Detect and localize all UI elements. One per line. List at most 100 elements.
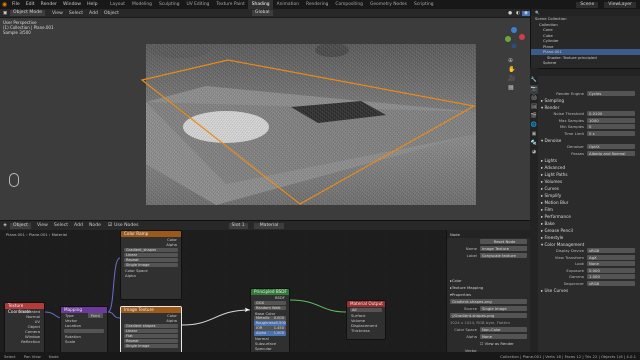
tab-sculpting[interactable]: Sculpting: [155, 0, 183, 9]
node-editor-canvas[interactable]: Plane.001 › Plane.001 › Material Texture…: [0, 230, 446, 360]
properties-section-header[interactable]: ▸ Light Paths: [531, 171, 640, 178]
properties-section-header[interactable]: ▸ Simplify: [531, 192, 640, 199]
extension-field[interactable]: Repeat: [124, 338, 178, 343]
property-field[interactable]: 0.0100: [587, 111, 635, 117]
properties-section-header[interactable]: ▸ Freestyle: [531, 234, 640, 241]
label-field[interactable]: Grayscale texture: [480, 253, 527, 258]
menu-render[interactable]: Render: [38, 2, 60, 7]
use-nodes-checkbox[interactable]: ☑: [108, 223, 112, 228]
ne-menu-add[interactable]: Add: [71, 223, 86, 228]
shading-material-icon[interactable]: ◐: [514, 11, 522, 16]
distribution-field[interactable]: GGX: [254, 300, 286, 305]
alpha-field[interactable]: None: [480, 334, 527, 339]
property-field[interactable]: 1.000: [587, 274, 635, 280]
target-field[interactable]: All: [350, 307, 382, 312]
properties-section-header[interactable]: ▾ Color Management: [531, 241, 640, 248]
ne-menu-node[interactable]: Node: [86, 223, 104, 228]
name-field[interactable]: Image Texture: [480, 246, 527, 251]
tab-modeling[interactable]: Modeling: [129, 0, 156, 9]
output-tab-icon[interactable]: 🖨: [530, 94, 538, 103]
property-field[interactable]: sRGB: [587, 280, 635, 286]
view-as-render-checkbox[interactable]: ☐: [480, 341, 483, 346]
properties-section-header[interactable]: ▸ Sampling: [531, 97, 640, 104]
vp-menu-view[interactable]: View: [49, 11, 66, 16]
tab-shading[interactable]: Shading: [248, 0, 274, 9]
tab-animation[interactable]: Animation: [273, 0, 302, 9]
properties-section-header[interactable]: ▸ Grease Pencil: [531, 227, 640, 234]
source-field[interactable]: Single Image: [124, 343, 178, 348]
property-field[interactable]: 0 s: [587, 130, 635, 136]
perspective-toggle-icon[interactable]: ▦: [508, 83, 515, 92]
section-color[interactable]: ▸ Color: [447, 277, 530, 284]
properties-section-header[interactable]: ▸ Film: [531, 206, 640, 213]
material-selector[interactable]: Material: [253, 222, 285, 229]
vp-menu-select[interactable]: Select: [66, 11, 86, 16]
mode-selector[interactable]: Object Mode: [10, 10, 45, 16]
extension-field[interactable]: Repeat: [124, 257, 178, 262]
node-material-output[interactable]: Material Output All Surface Volume Displ…: [346, 300, 386, 340]
location-field[interactable]: [64, 328, 104, 333]
scene-tab-icon[interactable]: 🎬: [530, 112, 538, 121]
object-tab-icon[interactable]: ▣: [530, 130, 538, 139]
properties-section-header[interactable]: ▸ Advanced: [531, 164, 640, 171]
vp-menu-add[interactable]: Add: [86, 11, 101, 16]
tab-rendering[interactable]: Rendering: [302, 0, 331, 9]
properties-section-header[interactable]: ▸ Bake: [531, 220, 640, 227]
properties-section-header[interactable]: ▸ Use Curves: [531, 287, 640, 294]
filepath-field[interactable]: //Gradient-shapes.png: [450, 313, 527, 318]
reset-node-button[interactable]: Reset Node: [480, 239, 527, 244]
world-tab-icon[interactable]: 🌐: [530, 121, 538, 130]
zoom-icon[interactable]: ⊕: [508, 56, 515, 65]
subsurface-method-field[interactable]: Random Walk: [254, 305, 286, 310]
pan-icon[interactable]: ✋: [508, 65, 515, 74]
camera-view-icon[interactable]: 🎥: [508, 74, 515, 83]
interpolation-field[interactable]: Linear: [124, 252, 178, 257]
alpha-field[interactable]: Alpha 1.000: [254, 331, 286, 336]
tab-uv-editing[interactable]: UV Editing: [183, 0, 213, 9]
tab-layout[interactable]: Layout: [107, 0, 129, 9]
section-properties[interactable]: ▾ Properties: [447, 291, 530, 298]
property-field[interactable]: Albedo and Normal: [587, 150, 635, 156]
menu-edit[interactable]: Edit: [23, 2, 38, 7]
render-engine-field[interactable]: Cycles: [587, 90, 635, 96]
node-image-texture-1[interactable]: Color Ramp Color Alpha Gradient_shapes L…: [120, 230, 182, 300]
view-layer-tab-icon[interactable]: 🖼: [530, 103, 538, 112]
shading-rendered-icon[interactable]: ◉: [521, 10, 530, 16]
colorspace-field[interactable]: Non-Color: [480, 327, 527, 332]
modifier-tab-icon[interactable]: 🔩: [530, 139, 538, 148]
section-texture-mapping[interactable]: ▸ Texture Mapping: [447, 284, 530, 291]
scene-selector[interactable]: Scene: [576, 1, 599, 8]
blender-logo-icon[interactable]: ◉: [0, 0, 9, 9]
render-tab-icon[interactable]: 📷: [530, 85, 538, 94]
property-field[interactable]: None: [587, 261, 635, 267]
property-field[interactable]: 1000: [587, 117, 635, 123]
shading-solid-icon[interactable]: ●: [506, 11, 514, 16]
menu-window[interactable]: Window: [60, 2, 84, 7]
interpolation-field[interactable]: Linear: [124, 328, 178, 333]
3d-viewport[interactable]: User Perspective (1) Collection | Plane.…: [0, 18, 530, 220]
orientation-selector[interactable]: Global: [251, 10, 273, 16]
outliner-item[interactable]: Sphere: [531, 60, 640, 66]
menu-file[interactable]: File: [9, 2, 23, 7]
projection-field[interactable]: Flat: [124, 333, 178, 338]
node-editor-type-icon[interactable]: ◈: [0, 223, 10, 228]
slot-selector[interactable]: Slot 1: [228, 222, 248, 229]
property-field[interactable]: 0.000: [587, 267, 635, 273]
editor-type-icon[interactable]: ▣: [0, 11, 10, 16]
properties-section-header[interactable]: ▾ Denoise: [531, 137, 640, 144]
tab-compositing[interactable]: Compositing: [332, 0, 367, 9]
properties-section-header[interactable]: ▸ Motion Blur: [531, 199, 640, 206]
property-field[interactable]: 0: [587, 124, 635, 130]
properties-section-header[interactable]: ▸ Curves: [531, 185, 640, 192]
image-selector[interactable]: Gradient shapes: [124, 323, 178, 328]
source-field[interactable]: Single Image: [124, 262, 178, 267]
properties-section-header[interactable]: ▾ Render: [531, 104, 640, 111]
image-selector[interactable]: Gradient_shapes: [124, 247, 178, 252]
ne-menu-select[interactable]: Select: [51, 223, 71, 228]
vp-menu-object[interactable]: Object: [101, 11, 122, 16]
tab-texture-paint[interactable]: Texture Paint: [213, 0, 248, 9]
menu-help[interactable]: Help: [84, 2, 100, 7]
properties-section-header[interactable]: ▸ Performance: [531, 213, 640, 220]
property-field[interactable]: AgX: [587, 254, 635, 260]
ne-menu-view[interactable]: View: [34, 223, 51, 228]
